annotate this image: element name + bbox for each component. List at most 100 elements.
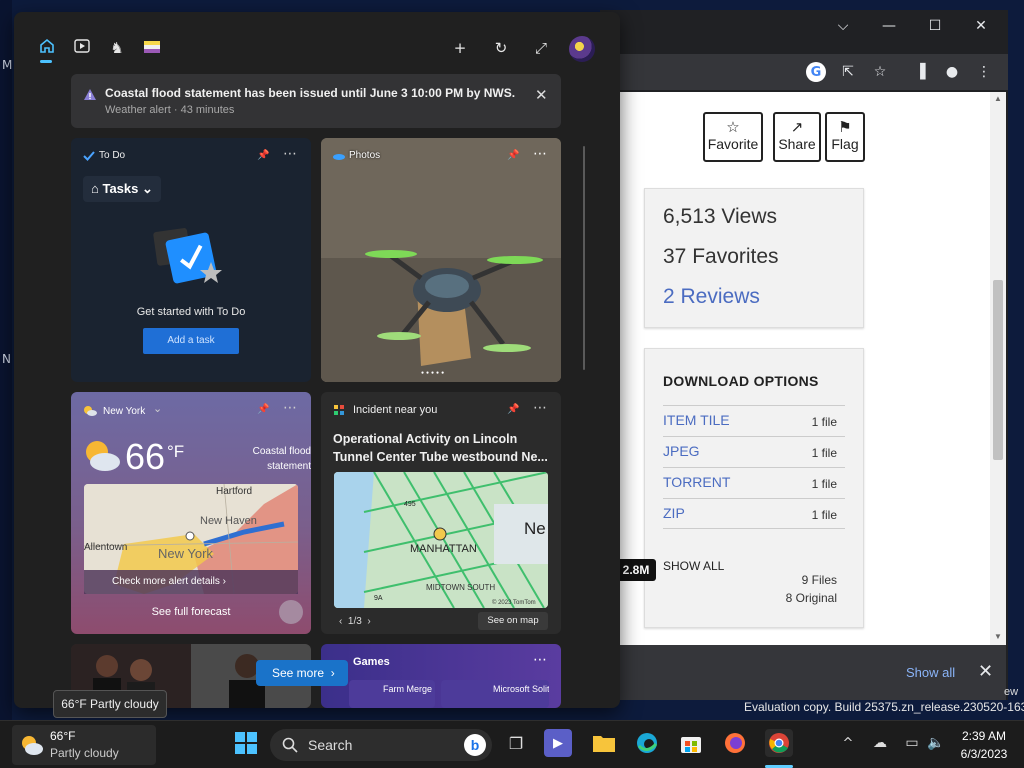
onedrive-tray-icon[interactable]: ☁ bbox=[866, 729, 894, 757]
more-options-icon[interactable]: ⋯ bbox=[533, 146, 547, 162]
game-tile[interactable]: Farm Merge bbox=[349, 680, 435, 708]
see-on-map-button[interactable]: See on map bbox=[478, 612, 548, 630]
google-icon[interactable]: G bbox=[806, 62, 826, 82]
user-avatar[interactable] bbox=[569, 36, 595, 62]
chevron-up-icon[interactable]: ^ bbox=[834, 729, 862, 757]
firefox-icon[interactable] bbox=[721, 729, 749, 757]
map-label-9a: 9A bbox=[374, 595, 383, 602]
incident-pager[interactable]: ‹ 1/3 › bbox=[339, 616, 371, 627]
weather-city[interactable]: New York bbox=[103, 406, 145, 417]
clock-date[interactable]: 6/3/2023 bbox=[956, 747, 1012, 761]
share-button[interactable]: ↗ Share bbox=[773, 112, 821, 162]
show-all-downloads[interactable]: SHOW ALL bbox=[663, 559, 724, 573]
close-window-button[interactable]: ✕ bbox=[966, 16, 996, 36]
partly-cloudy-icon bbox=[22, 736, 43, 755]
panel-scrollbar[interactable] bbox=[583, 146, 585, 370]
search-icon bbox=[282, 737, 298, 753]
alert-close-icon[interactable]: ✕ bbox=[535, 86, 548, 104]
pin-icon[interactable]: 📌 bbox=[507, 404, 519, 415]
photos-widget[interactable]: Photos 📌 ⋯ ●●●●● bbox=[321, 138, 561, 382]
download-name[interactable]: TORRENT bbox=[663, 474, 730, 490]
scroll-up-arrow[interactable]: ▲ bbox=[992, 94, 1004, 104]
onedrive-icon bbox=[333, 154, 345, 160]
edge-icon[interactable] bbox=[633, 729, 661, 757]
sun-cloud-icon bbox=[84, 406, 97, 416]
weather-alert-label[interactable]: Coastal flood statement bbox=[221, 444, 311, 474]
favorite-button[interactable]: ☆ Favorite bbox=[703, 112, 763, 162]
download-name[interactable]: ITEM TILE bbox=[663, 412, 730, 428]
games-widget[interactable]: Games ⋯ Farm Merge Microsoft Solitaire bbox=[321, 644, 561, 708]
weather-source-avatar bbox=[279, 600, 303, 624]
bing-icon[interactable]: b bbox=[464, 734, 486, 756]
weather-alert-banner[interactable]: Coastal flood statement has been issued … bbox=[71, 74, 561, 128]
add-task-button[interactable]: Add a task bbox=[143, 328, 239, 354]
desktop-edge-letter: M bbox=[2, 58, 13, 72]
todo-widget[interactable]: To Do 📌 ⋯ ⌂ Tasks ⌄ Get started with To … bbox=[71, 138, 311, 382]
stats-box: 6,513 Views 37 Favorites 2 Reviews bbox=[644, 188, 864, 328]
see-full-forecast-link[interactable]: See full forecast bbox=[71, 606, 311, 618]
clock-time[interactable]: 2:39 AM bbox=[956, 729, 1012, 743]
tab-search-icon[interactable]: ⌵ bbox=[828, 16, 858, 36]
download-count: 1 file bbox=[811, 508, 837, 522]
pin-icon[interactable]: 📌 bbox=[257, 404, 269, 415]
home-active-indicator bbox=[40, 60, 52, 63]
taskbar-search-box[interactable]: Search b bbox=[270, 729, 492, 761]
download-row[interactable]: ZIP 1 file bbox=[663, 498, 845, 529]
more-options-icon[interactable]: ⋯ bbox=[283, 400, 297, 416]
chrome-icon[interactable] bbox=[765, 729, 793, 757]
weather-widget[interactable]: New York ⌄ 📌 ⋯ 66 °F Coastal flood state… bbox=[71, 392, 311, 634]
carousel-dots[interactable]: ●●●●● bbox=[421, 370, 446, 376]
minimize-button[interactable]: — bbox=[874, 16, 904, 36]
more-options-icon[interactable]: ⋯ bbox=[283, 146, 297, 162]
microsoft-store-icon[interactable] bbox=[677, 729, 705, 757]
incident-title[interactable]: Operational Activity on Lincoln Tunnel C… bbox=[333, 430, 551, 466]
notification-show-all[interactable]: Show all bbox=[906, 665, 955, 680]
task-view-icon[interactable]: ❐ bbox=[502, 729, 530, 757]
home-icon[interactable] bbox=[37, 38, 57, 58]
game-tile[interactable]: Microsoft Solitaire bbox=[441, 680, 549, 708]
chess-icon[interactable]: ♞ bbox=[107, 38, 127, 58]
incident-widget[interactable]: Incident near you 📌 ⋯ Operational Activi… bbox=[321, 392, 561, 634]
file-explorer-icon[interactable] bbox=[590, 729, 618, 757]
download-row[interactable]: ITEM TILE 1 file bbox=[663, 405, 845, 436]
menu-icon[interactable]: ⋮ bbox=[974, 62, 994, 82]
desktop-edge: M N bbox=[0, 0, 12, 720]
sidebar-icon[interactable]: ▐ bbox=[910, 62, 930, 82]
tasks-dropdown[interactable]: ⌂ Tasks ⌄ bbox=[83, 176, 161, 202]
pin-icon[interactable]: 📌 bbox=[507, 150, 519, 161]
pin-icon[interactable]: 📌 bbox=[257, 150, 269, 161]
start-button[interactable] bbox=[232, 729, 260, 757]
scroll-down-arrow[interactable]: ▼ bbox=[992, 632, 1004, 642]
more-options-icon[interactable]: ⋯ bbox=[533, 652, 547, 668]
teams-icon[interactable]: ▶ bbox=[544, 729, 572, 757]
page-scroll-thumb[interactable] bbox=[993, 280, 1003, 460]
download-count: 1 file bbox=[811, 415, 837, 429]
download-row[interactable]: JPEG 1 file bbox=[663, 436, 845, 467]
game-name: Farm Merge bbox=[383, 684, 433, 694]
incident-title-text: Operational Activity on Lincoln Tunnel C… bbox=[333, 432, 548, 464]
taskbar-weather-button[interactable]: 66°F Partly cloudy bbox=[12, 725, 156, 765]
download-row[interactable]: TORRENT 1 file bbox=[663, 467, 845, 498]
video-icon[interactable] bbox=[72, 38, 92, 58]
flag-button[interactable]: ⚑ Flag bbox=[825, 112, 865, 162]
more-options-icon[interactable]: ⋯ bbox=[533, 400, 547, 416]
download-name[interactable]: ZIP bbox=[663, 505, 685, 521]
expand-icon[interactable]: ⤢ bbox=[531, 38, 551, 58]
maximize-button[interactable]: ☐ bbox=[920, 16, 950, 36]
reviews-link[interactable]: 2 Reviews bbox=[663, 285, 760, 309]
browser-toolbar: G ⇱ ☆ ▐ ● ⋮ bbox=[600, 54, 1008, 90]
incident-map[interactable]: MANHATTAN MIDTOWN SOUTH Ne 495 9A © 2023… bbox=[334, 472, 548, 608]
add-widget-icon[interactable]: + bbox=[450, 38, 470, 58]
share-icon[interactable]: ⇱ bbox=[838, 62, 858, 82]
flag-widget-icon[interactable] bbox=[142, 38, 162, 58]
download-name[interactable]: JPEG bbox=[663, 443, 700, 459]
download-count: 1 file bbox=[811, 477, 837, 491]
refresh-icon[interactable]: ↻ bbox=[491, 38, 511, 58]
profile-icon[interactable]: ● bbox=[942, 62, 962, 82]
see-more-button[interactable]: See more › bbox=[256, 660, 348, 686]
volume-icon[interactable]: 🔈 bbox=[922, 729, 950, 757]
bookmark-star-icon[interactable]: ☆ bbox=[870, 62, 890, 82]
check-alert-details-button[interactable]: Check more alert details › bbox=[84, 570, 298, 594]
chevron-down-icon[interactable]: ⌄ bbox=[153, 402, 162, 415]
notification-close-icon[interactable]: ✕ bbox=[978, 661, 993, 682]
